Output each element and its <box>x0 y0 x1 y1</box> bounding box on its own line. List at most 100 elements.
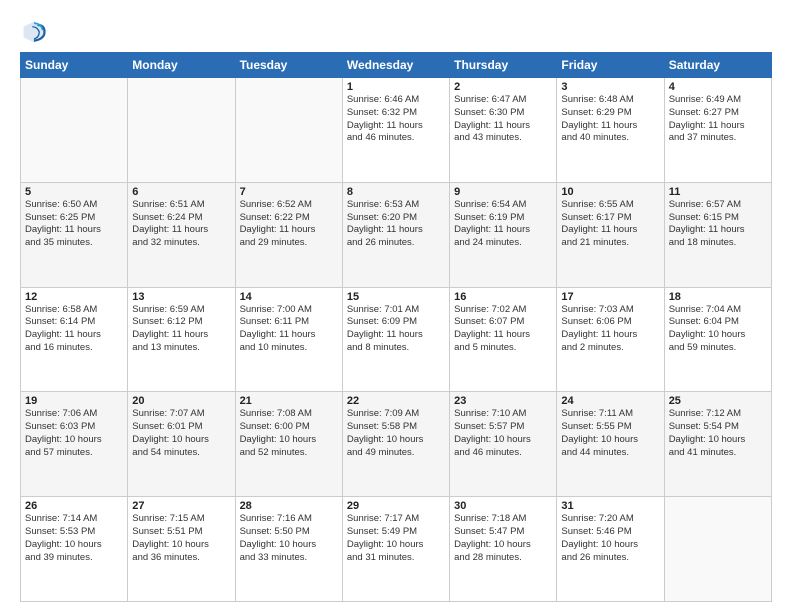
day-number: 7 <box>240 186 338 198</box>
calendar-cell: 31Sunrise: 7:20 AM Sunset: 5:46 PM Dayli… <box>557 497 664 602</box>
day-number: 6 <box>132 186 230 198</box>
day-number: 1 <box>347 81 445 93</box>
day-info: Sunrise: 6:50 AM Sunset: 6:25 PM Dayligh… <box>25 199 123 250</box>
calendar-week-2: 5Sunrise: 6:50 AM Sunset: 6:25 PM Daylig… <box>21 182 772 287</box>
weekday-header-wednesday: Wednesday <box>342 53 449 78</box>
day-number: 19 <box>25 395 123 407</box>
calendar-cell: 4Sunrise: 6:49 AM Sunset: 6:27 PM Daylig… <box>664 78 771 183</box>
day-info: Sunrise: 7:04 AM Sunset: 6:04 PM Dayligh… <box>669 304 767 355</box>
calendar-cell: 24Sunrise: 7:11 AM Sunset: 5:55 PM Dayli… <box>557 392 664 497</box>
day-info: Sunrise: 7:06 AM Sunset: 6:03 PM Dayligh… <box>25 408 123 459</box>
calendar-week-4: 19Sunrise: 7:06 AM Sunset: 6:03 PM Dayli… <box>21 392 772 497</box>
calendar-cell: 12Sunrise: 6:58 AM Sunset: 6:14 PM Dayli… <box>21 287 128 392</box>
calendar-cell: 19Sunrise: 7:06 AM Sunset: 6:03 PM Dayli… <box>21 392 128 497</box>
calendar-cell: 30Sunrise: 7:18 AM Sunset: 5:47 PM Dayli… <box>450 497 557 602</box>
day-info: Sunrise: 7:11 AM Sunset: 5:55 PM Dayligh… <box>561 408 659 459</box>
day-number: 25 <box>669 395 767 407</box>
day-number: 26 <box>25 500 123 512</box>
day-number: 20 <box>132 395 230 407</box>
day-info: Sunrise: 6:47 AM Sunset: 6:30 PM Dayligh… <box>454 94 552 145</box>
day-number: 30 <box>454 500 552 512</box>
calendar-cell: 16Sunrise: 7:02 AM Sunset: 6:07 PM Dayli… <box>450 287 557 392</box>
calendar-cell: 22Sunrise: 7:09 AM Sunset: 5:58 PM Dayli… <box>342 392 449 497</box>
day-info: Sunrise: 7:17 AM Sunset: 5:49 PM Dayligh… <box>347 513 445 564</box>
day-number: 17 <box>561 291 659 303</box>
calendar-cell: 1Sunrise: 6:46 AM Sunset: 6:32 PM Daylig… <box>342 78 449 183</box>
day-number: 14 <box>240 291 338 303</box>
day-info: Sunrise: 6:55 AM Sunset: 6:17 PM Dayligh… <box>561 199 659 250</box>
calendar-cell <box>664 497 771 602</box>
day-info: Sunrise: 7:08 AM Sunset: 6:00 PM Dayligh… <box>240 408 338 459</box>
day-info: Sunrise: 7:00 AM Sunset: 6:11 PM Dayligh… <box>240 304 338 355</box>
day-number: 29 <box>347 500 445 512</box>
page: SundayMondayTuesdayWednesdayThursdayFrid… <box>0 0 792 612</box>
calendar-cell: 10Sunrise: 6:55 AM Sunset: 6:17 PM Dayli… <box>557 182 664 287</box>
header <box>20 18 772 46</box>
day-number: 11 <box>669 186 767 198</box>
day-info: Sunrise: 7:02 AM Sunset: 6:07 PM Dayligh… <box>454 304 552 355</box>
day-number: 24 <box>561 395 659 407</box>
day-info: Sunrise: 7:01 AM Sunset: 6:09 PM Dayligh… <box>347 304 445 355</box>
weekday-header-friday: Friday <box>557 53 664 78</box>
day-info: Sunrise: 7:03 AM Sunset: 6:06 PM Dayligh… <box>561 304 659 355</box>
day-info: Sunrise: 6:58 AM Sunset: 6:14 PM Dayligh… <box>25 304 123 355</box>
day-info: Sunrise: 7:14 AM Sunset: 5:53 PM Dayligh… <box>25 513 123 564</box>
calendar-cell: 27Sunrise: 7:15 AM Sunset: 5:51 PM Dayli… <box>128 497 235 602</box>
day-number: 28 <box>240 500 338 512</box>
logo-icon <box>20 18 48 46</box>
day-number: 31 <box>561 500 659 512</box>
day-info: Sunrise: 6:54 AM Sunset: 6:19 PM Dayligh… <box>454 199 552 250</box>
calendar-cell: 11Sunrise: 6:57 AM Sunset: 6:15 PM Dayli… <box>664 182 771 287</box>
day-info: Sunrise: 7:18 AM Sunset: 5:47 PM Dayligh… <box>454 513 552 564</box>
calendar-week-5: 26Sunrise: 7:14 AM Sunset: 5:53 PM Dayli… <box>21 497 772 602</box>
day-info: Sunrise: 6:59 AM Sunset: 6:12 PM Dayligh… <box>132 304 230 355</box>
day-number: 13 <box>132 291 230 303</box>
weekday-header-monday: Monday <box>128 53 235 78</box>
day-number: 27 <box>132 500 230 512</box>
weekday-header-sunday: Sunday <box>21 53 128 78</box>
calendar-cell: 14Sunrise: 7:00 AM Sunset: 6:11 PM Dayli… <box>235 287 342 392</box>
day-info: Sunrise: 7:10 AM Sunset: 5:57 PM Dayligh… <box>454 408 552 459</box>
day-info: Sunrise: 6:53 AM Sunset: 6:20 PM Dayligh… <box>347 199 445 250</box>
calendar-cell: 21Sunrise: 7:08 AM Sunset: 6:00 PM Dayli… <box>235 392 342 497</box>
day-info: Sunrise: 7:07 AM Sunset: 6:01 PM Dayligh… <box>132 408 230 459</box>
weekday-header-row: SundayMondayTuesdayWednesdayThursdayFrid… <box>21 53 772 78</box>
day-info: Sunrise: 6:51 AM Sunset: 6:24 PM Dayligh… <box>132 199 230 250</box>
calendar-cell: 25Sunrise: 7:12 AM Sunset: 5:54 PM Dayli… <box>664 392 771 497</box>
calendar-cell: 15Sunrise: 7:01 AM Sunset: 6:09 PM Dayli… <box>342 287 449 392</box>
day-info: Sunrise: 7:15 AM Sunset: 5:51 PM Dayligh… <box>132 513 230 564</box>
day-info: Sunrise: 6:48 AM Sunset: 6:29 PM Dayligh… <box>561 94 659 145</box>
day-number: 15 <box>347 291 445 303</box>
calendar-cell: 17Sunrise: 7:03 AM Sunset: 6:06 PM Dayli… <box>557 287 664 392</box>
day-info: Sunrise: 7:20 AM Sunset: 5:46 PM Dayligh… <box>561 513 659 564</box>
logo <box>20 18 52 46</box>
calendar-cell <box>235 78 342 183</box>
calendar-week-3: 12Sunrise: 6:58 AM Sunset: 6:14 PM Dayli… <box>21 287 772 392</box>
day-number: 10 <box>561 186 659 198</box>
calendar-cell: 20Sunrise: 7:07 AM Sunset: 6:01 PM Dayli… <box>128 392 235 497</box>
day-info: Sunrise: 7:16 AM Sunset: 5:50 PM Dayligh… <box>240 513 338 564</box>
calendar-cell: 8Sunrise: 6:53 AM Sunset: 6:20 PM Daylig… <box>342 182 449 287</box>
calendar-table: SundayMondayTuesdayWednesdayThursdayFrid… <box>20 52 772 602</box>
day-info: Sunrise: 6:57 AM Sunset: 6:15 PM Dayligh… <box>669 199 767 250</box>
day-number: 16 <box>454 291 552 303</box>
calendar-cell: 9Sunrise: 6:54 AM Sunset: 6:19 PM Daylig… <box>450 182 557 287</box>
calendar-cell: 26Sunrise: 7:14 AM Sunset: 5:53 PM Dayli… <box>21 497 128 602</box>
calendar-cell: 6Sunrise: 6:51 AM Sunset: 6:24 PM Daylig… <box>128 182 235 287</box>
day-info: Sunrise: 7:09 AM Sunset: 5:58 PM Dayligh… <box>347 408 445 459</box>
calendar-cell <box>128 78 235 183</box>
calendar-cell: 7Sunrise: 6:52 AM Sunset: 6:22 PM Daylig… <box>235 182 342 287</box>
calendar-cell: 18Sunrise: 7:04 AM Sunset: 6:04 PM Dayli… <box>664 287 771 392</box>
day-number: 21 <box>240 395 338 407</box>
calendar-cell: 5Sunrise: 6:50 AM Sunset: 6:25 PM Daylig… <box>21 182 128 287</box>
day-number: 8 <box>347 186 445 198</box>
calendar-cell: 13Sunrise: 6:59 AM Sunset: 6:12 PM Dayli… <box>128 287 235 392</box>
day-number: 23 <box>454 395 552 407</box>
day-number: 9 <box>454 186 552 198</box>
weekday-header-saturday: Saturday <box>664 53 771 78</box>
day-number: 4 <box>669 81 767 93</box>
day-info: Sunrise: 7:12 AM Sunset: 5:54 PM Dayligh… <box>669 408 767 459</box>
weekday-header-thursday: Thursday <box>450 53 557 78</box>
calendar-cell: 23Sunrise: 7:10 AM Sunset: 5:57 PM Dayli… <box>450 392 557 497</box>
day-info: Sunrise: 6:49 AM Sunset: 6:27 PM Dayligh… <box>669 94 767 145</box>
